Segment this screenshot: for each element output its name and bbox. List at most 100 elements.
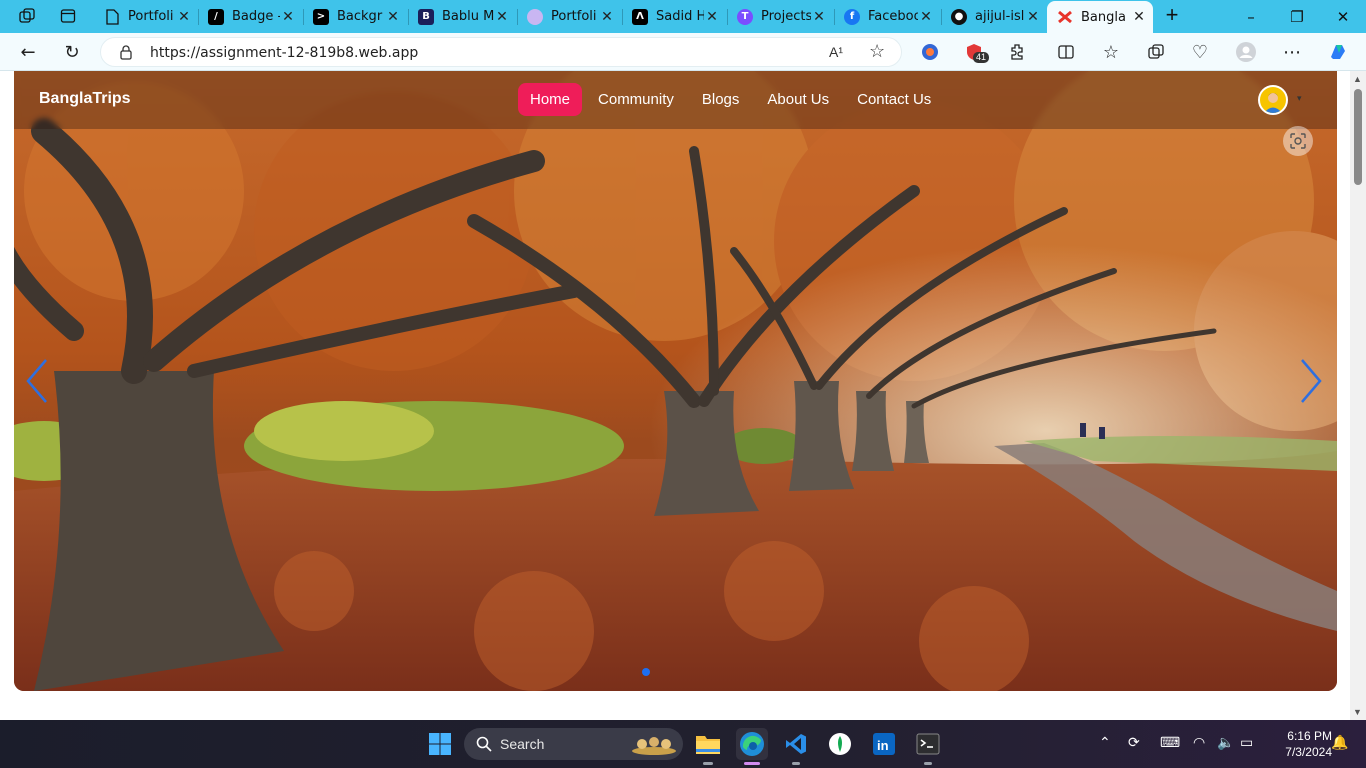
tab-title: Bablu M — [442, 9, 494, 24]
browser-tab[interactable]: Portfoli ✕ — [94, 2, 198, 31]
back-button[interactable]: ← — [14, 39, 42, 65]
browser-tab[interactable]: T Projects ✕ — [727, 2, 833, 31]
hero-carousel — [14, 71, 1337, 691]
file-explorer-icon[interactable] — [692, 728, 724, 760]
nav-community[interactable]: Community — [586, 83, 686, 116]
tab-title: Projects — [761, 9, 811, 24]
close-tab-icon[interactable]: ✕ — [918, 9, 934, 25]
extensions-icon[interactable] — [1004, 39, 1032, 65]
tab-title: Badge - — [232, 9, 280, 24]
edge-browser-icon[interactable] — [736, 728, 768, 760]
start-windows-icon[interactable] — [424, 728, 456, 760]
tab-title: Faceboo — [868, 9, 918, 24]
facebook-icon: f — [844, 8, 860, 25]
close-tab-icon[interactable]: ✕ — [494, 9, 510, 25]
keyboard-icon[interactable]: ⌨ — [1160, 734, 1180, 751]
search-label: Search — [500, 736, 545, 752]
browser-tab[interactable]: B Bablu M ✕ — [408, 2, 516, 31]
browser-tab[interactable]: > Backgr ✕ — [303, 2, 407, 31]
volume-icon[interactable]: 🔈 — [1217, 734, 1234, 751]
close-tab-icon[interactable]: ✕ — [280, 9, 296, 25]
badge-site-icon: / — [208, 8, 224, 25]
tab-title: ajijul-isl — [975, 9, 1025, 24]
browser-essentials-icon[interactable]: ♡ — [1186, 39, 1214, 65]
search-highlight-icon — [632, 737, 676, 755]
system-clock[interactable]: 6:16 PM 7/3/2024 — [1262, 728, 1332, 760]
vscode-icon[interactable] — [780, 728, 812, 760]
page-scrollbar[interactable]: ▲ ▼ — [1350, 71, 1366, 720]
browser-tab[interactable]: Λ Sadid H ✕ — [622, 2, 726, 31]
close-tab-icon[interactable]: ✕ — [1025, 9, 1041, 25]
tab-title: Sadid H — [656, 9, 704, 24]
address-bar[interactable]: https://assignment-12-819b8.web.app A¹ ☆ — [100, 37, 902, 67]
site-brand[interactable]: BanglaTrips — [39, 90, 131, 108]
avatar-icon — [527, 8, 543, 25]
carousel-next-button[interactable] — [1296, 356, 1326, 406]
chevron-down-icon[interactable]: ▾ — [1297, 93, 1302, 104]
scroll-down-arrow[interactable]: ▼ — [1353, 707, 1362, 717]
wifi-icon[interactable]: ◠ — [1193, 734, 1205, 751]
tab-title: Backgr — [337, 9, 383, 24]
scrollbar-thumb[interactable] — [1354, 89, 1362, 185]
linkedin-icon[interactable]: in — [868, 728, 900, 760]
scroll-up-arrow[interactable]: ▲ — [1353, 74, 1362, 84]
clock-time: 6:16 PM — [1287, 729, 1332, 743]
tab-actions-icon[interactable] — [53, 4, 83, 28]
browser-tab-active[interactable]: Bangla ✕ — [1047, 1, 1153, 33]
notifications-bell-icon[interactable]: 🔔 — [1331, 734, 1348, 751]
t-logo-icon: T — [737, 8, 753, 25]
browser-tab[interactable]: ● ajijul-isl ✕ — [941, 2, 1047, 31]
browser-tab[interactable]: f Faceboo ✕ — [834, 2, 940, 31]
minimize-button[interactable]: – — [1228, 0, 1274, 33]
close-tab-icon[interactable]: ✕ — [704, 9, 720, 25]
nav-about-us[interactable]: About Us — [755, 83, 841, 116]
page-icon — [104, 8, 120, 25]
visual-search-icon[interactable] — [1283, 126, 1313, 156]
tab-title: Portfoli — [551, 9, 597, 24]
copilot-extension-icon[interactable] — [916, 39, 944, 65]
mongodb-compass-icon[interactable] — [824, 728, 856, 760]
battery-icon[interactable]: ▭ — [1240, 734, 1253, 751]
nav-blogs[interactable]: Blogs — [690, 83, 752, 116]
restore-button[interactable]: ❐ — [1274, 0, 1320, 33]
read-aloud-icon[interactable]: A¹ — [829, 44, 843, 60]
split-screen-icon[interactable] — [1052, 39, 1080, 65]
carousel-prev-button[interactable] — [22, 356, 52, 406]
settings-menu-icon[interactable]: ⋯ — [1278, 39, 1306, 65]
terminal-app-icon[interactable] — [912, 728, 944, 760]
refresh-button[interactable]: ↻ — [58, 39, 86, 65]
show-hidden-icons-chevron-icon[interactable]: ⌃ — [1099, 734, 1111, 751]
sync-alert-icon[interactable]: ⟳ — [1128, 734, 1140, 751]
extension-badge: 41 — [973, 52, 990, 63]
logo-icon: Λ — [632, 8, 648, 25]
carousel-dot[interactable] — [642, 668, 650, 676]
profile-icon[interactable] — [1232, 39, 1260, 65]
windows-taskbar: Search in ⌃ ⟳ ⌨ ◠ 🔈 ▭ 6:16 PM 7/3/2024 🔔 — [0, 720, 1366, 768]
nav-home[interactable]: Home — [518, 83, 583, 116]
taskbar-search[interactable]: Search — [464, 728, 683, 760]
svg-text:in: in — [877, 738, 889, 753]
new-tab-button[interactable]: + — [1160, 4, 1184, 28]
close-window-button[interactable]: ✕ — [1320, 0, 1366, 33]
clock-date: 7/3/2024 — [1285, 745, 1332, 759]
site-navbar: BanglaTrips Home Community Blogs About U… — [14, 71, 1337, 129]
autumn-trees-image — [14, 71, 1337, 691]
favorites-icon[interactable]: ☆ — [1097, 39, 1125, 65]
close-tab-icon[interactable]: ✕ — [599, 9, 615, 25]
collections-icon[interactable] — [1142, 39, 1170, 65]
close-tab-icon[interactable]: ✕ — [176, 9, 192, 25]
nav-contact-us[interactable]: Contact Us — [845, 83, 943, 116]
terminal-icon: > — [313, 8, 329, 25]
close-tab-icon[interactable]: ✕ — [811, 9, 827, 25]
web-page: BanglaTrips Home Community Blogs About U… — [0, 71, 1366, 720]
browser-tab[interactable]: / Badge - ✕ — [198, 2, 302, 31]
tab-title: Portfoli — [128, 9, 174, 24]
user-avatar[interactable] — [1258, 85, 1288, 115]
close-tab-icon[interactable]: ✕ — [1131, 9, 1147, 25]
close-tab-icon[interactable]: ✕ — [385, 9, 401, 25]
workspaces-icon[interactable] — [12, 4, 42, 28]
browser-tab-strip: Portfoli ✕ / Badge - ✕ > Backgr ✕ B Babl… — [0, 0, 1366, 33]
copilot-icon[interactable] — [1324, 39, 1352, 65]
browser-tab[interactable]: Portfoli ✕ — [517, 2, 621, 31]
favorite-star-icon[interactable]: ☆ — [869, 41, 885, 62]
